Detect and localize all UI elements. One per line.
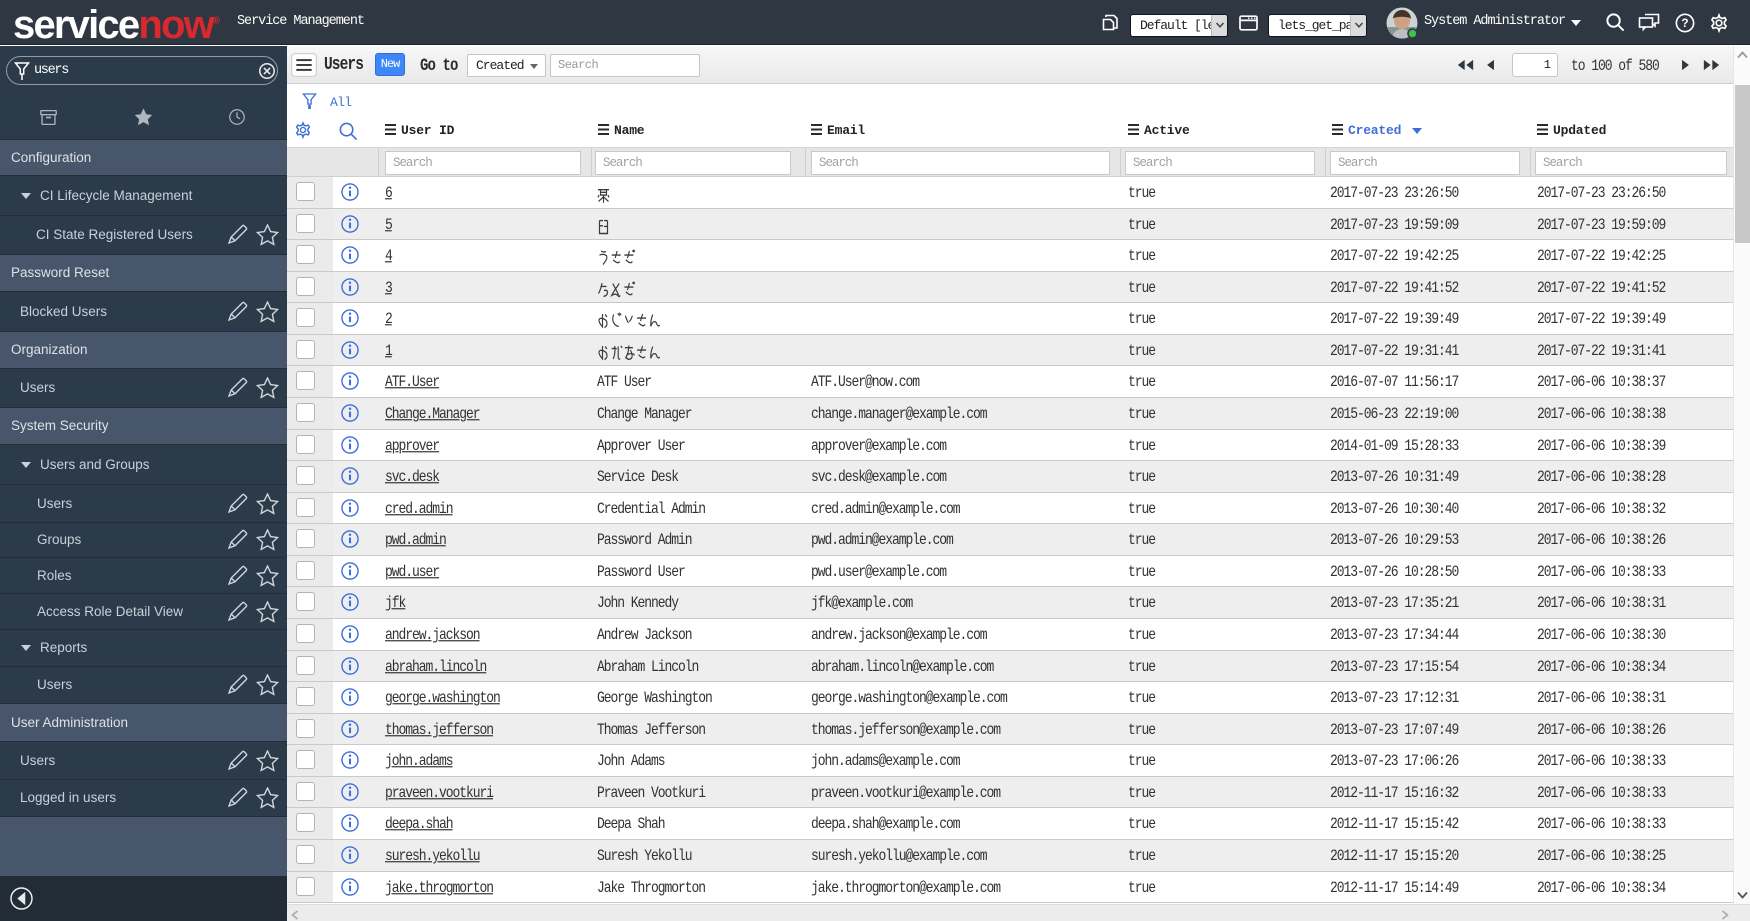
svg-text:?: ? [1681,16,1688,30]
